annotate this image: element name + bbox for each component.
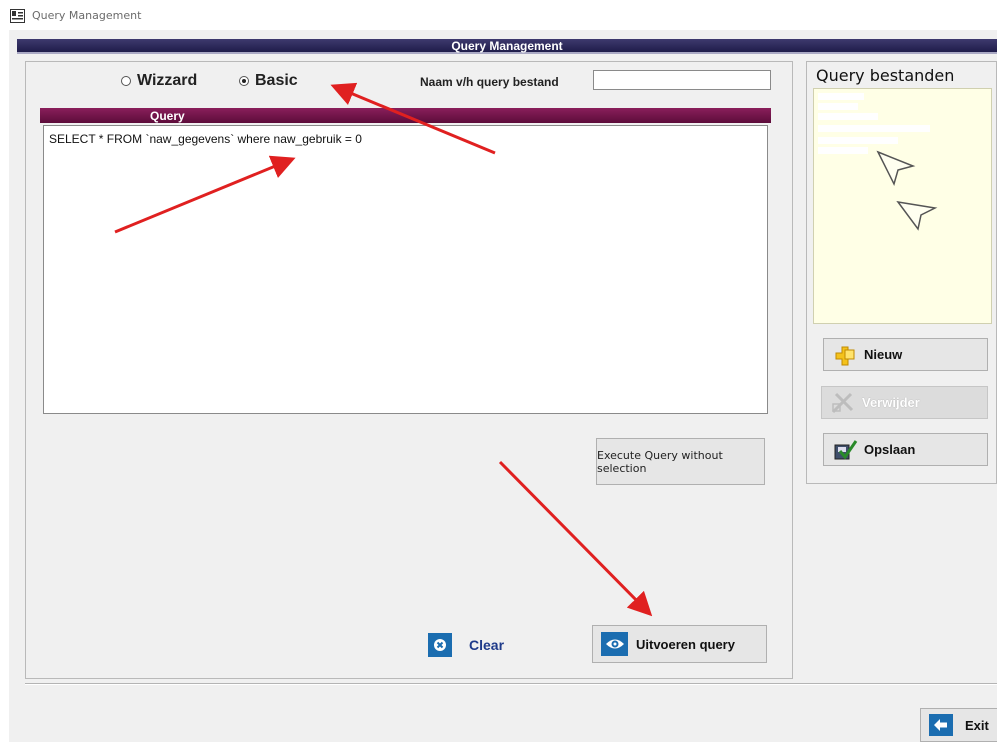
bottom-separator [25,683,997,685]
execute-without-selection-button[interactable]: Execute Query without selection [596,438,765,485]
new-button-label: Nieuw [864,347,903,362]
clear-icon[interactable] [428,633,452,657]
filename-label: Naam v/h query bestand [420,75,559,89]
radio-wizzard[interactable]: Wizzard [121,72,197,90]
query-header-label: Query [150,109,185,123]
new-puzzle-icon [832,343,858,367]
window-title-bar: Query Management [0,0,997,32]
exit-arrow-icon [929,714,953,736]
execute-without-selection-label: Execute Query without selection [597,448,723,475]
query-textarea[interactable]: SELECT * FROM `naw_gegevens` where naw_g… [43,125,768,414]
window-title: Query Management [32,9,142,22]
query-header: Query [40,108,771,123]
list-item[interactable] [818,103,858,110]
run-query-button[interactable]: Uitvoeren query [592,625,767,663]
app-icon [10,9,25,23]
files-title: Query bestanden [816,66,955,85]
exit-button[interactable]: Exit [920,708,997,742]
run-query-label: Uitvoeren query [636,636,735,652]
radio-wizzard-circle[interactable] [121,76,131,86]
radio-wizzard-label: Wizzard [137,72,198,89]
list-item[interactable] [818,147,868,154]
query-text: SELECT * FROM `naw_gegevens` where naw_g… [49,132,362,146]
save-button-label: Opslaan [864,442,916,457]
exit-button-label: Exit [965,717,989,733]
radio-basic-circle[interactable] [239,76,249,86]
radio-basic-label: Basic [255,72,298,89]
list-item[interactable] [818,93,864,100]
clear-button[interactable]: Clear [469,637,504,653]
list-item[interactable] [818,125,930,132]
eye-icon [601,632,628,656]
new-button[interactable]: Nieuw [823,338,988,371]
delete-button-label: Verwijder [862,395,920,410]
clear-x-icon [434,639,446,651]
filename-input[interactable] [593,70,771,90]
header-title: Query Management [451,39,563,53]
delete-button: Verwijder [821,386,988,419]
save-check-icon [832,438,858,462]
list-item[interactable] [818,113,878,120]
header-bar: Query Management [17,39,997,54]
save-button[interactable]: Opslaan [823,433,988,466]
list-item[interactable] [818,137,898,144]
files-list[interactable] [813,88,992,324]
delete-icon [830,391,856,415]
radio-basic[interactable]: Basic [239,72,298,90]
